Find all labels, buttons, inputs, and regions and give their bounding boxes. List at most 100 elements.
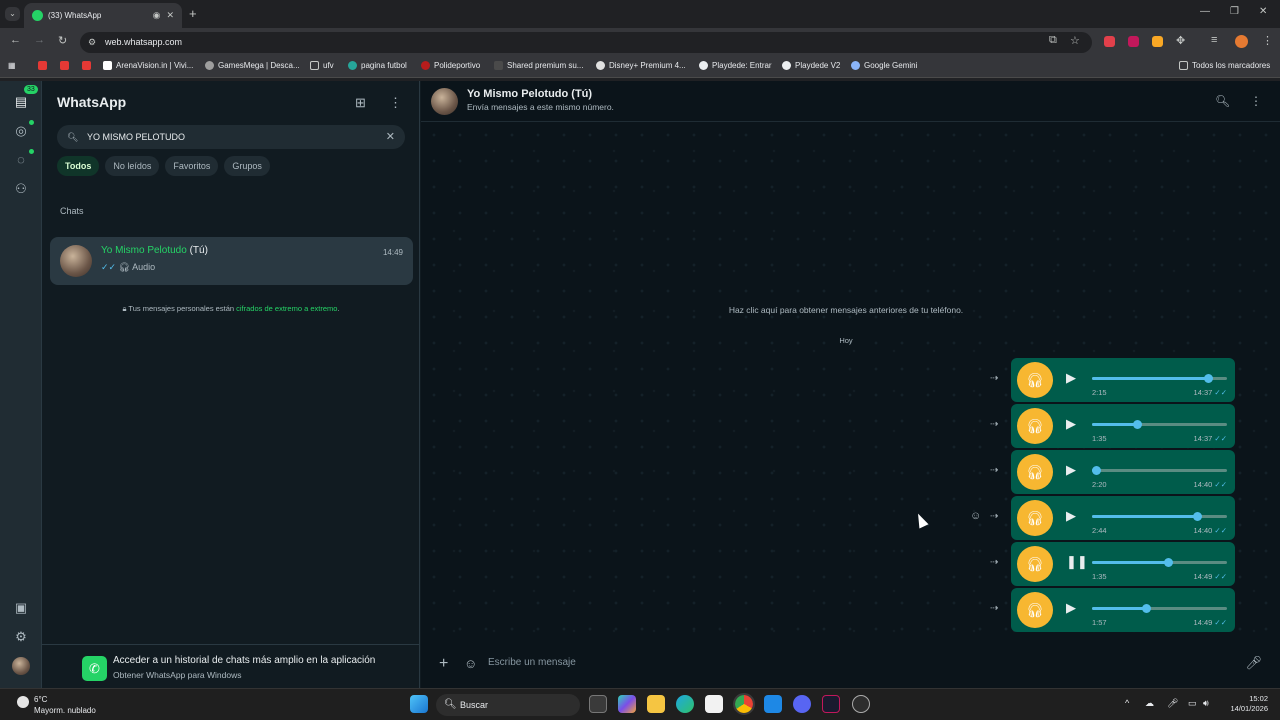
window-close-button[interactable]: ✕	[1259, 6, 1267, 17]
task-view-icon[interactable]	[589, 695, 607, 713]
app-icon[interactable]	[822, 695, 840, 713]
bookmark-star-icon[interactable]: ☆	[1070, 34, 1080, 47]
new-chat-icon[interactable]: ⊞	[355, 95, 366, 111]
reload-icon[interactable]: ↻	[58, 34, 67, 47]
edge-icon[interactable]	[676, 695, 694, 713]
extensions-puzzle-icon[interactable]: ✥	[1176, 34, 1185, 47]
filter-todos[interactable]: Todos	[57, 156, 100, 176]
audio-scrubber[interactable]	[1193, 512, 1202, 521]
voice-message-bubble[interactable]: 🎧︎ ▶ 2:15 14:37 ✓✓	[1011, 358, 1235, 402]
voice-message-bubble[interactable]: 🎧︎ ❚❚ 1:35 14:49 ✓✓	[1011, 542, 1235, 586]
voice-message-bubble[interactable]: 🎧︎ ▶ 1:35 14:37 ✓✓	[1011, 404, 1235, 448]
emoji-sticker-icon[interactable]: ☺	[464, 656, 477, 671]
voice-message-bubble[interactable]: 🎧︎ ▶ 2:44 14:40 ✓✓	[1011, 496, 1235, 540]
file-explorer-icon[interactable]	[647, 695, 665, 713]
forward-icon[interactable]: →	[34, 34, 45, 46]
filter-no-leidos[interactable]: No leídos	[105, 156, 160, 176]
extension-icon[interactable]	[1104, 36, 1115, 47]
message-input[interactable]: Escribe un mensaje	[488, 657, 576, 668]
bookmark-item[interactable]: Disney+ Premium 4...	[596, 61, 686, 70]
system-clock[interactable]: 15:02 14/01/2026	[1230, 694, 1268, 714]
search-icon[interactable]: 🔍︎	[1215, 94, 1230, 108]
forward-icon[interactable]: ⇢	[990, 373, 998, 384]
bookmark-item[interactable]: pagina futbol	[348, 61, 407, 70]
profile-avatar[interactable]	[1235, 35, 1248, 48]
chat-list-item[interactable]: Yo Mismo Pelotudo (Tú) 14:49 ✓✓ 🎧︎ Audio	[50, 237, 413, 285]
bookmark-item[interactable]: ArenaVision.in | Vivi...	[103, 61, 193, 70]
load-older-messages[interactable]: Haz clic aquí para obtener mensajes ante…	[421, 305, 1271, 315]
tab-search-button[interactable]: ⌄	[5, 7, 20, 21]
tray-overflow-icon[interactable]: ^	[1125, 698, 1129, 708]
download-promo[interactable]: ✆ Acceder a un historial de chats más am…	[42, 644, 420, 688]
forward-icon[interactable]: ⇢	[990, 511, 998, 522]
tray-app-icon[interactable]: ☁	[1145, 698, 1154, 709]
media-control-icon[interactable]: ≡	[1211, 34, 1217, 46]
new-tab-button[interactable]: +	[189, 6, 197, 21]
channels-icon[interactable]: ◌	[12, 151, 30, 169]
tray-display-icon[interactable]: ▭	[1188, 698, 1197, 709]
install-app-icon[interactable]: ⧉	[1049, 34, 1057, 47]
play-button[interactable]: ▶	[1066, 416, 1076, 432]
conversation-header[interactable]: Yo Mismo Pelotudo (Tú) Envía mensajes a …	[421, 81, 1280, 122]
menu-icon[interactable]: ⋮	[389, 95, 402, 111]
profile-avatar[interactable]	[12, 657, 30, 675]
extension-icon[interactable]	[1128, 36, 1139, 47]
forward-icon[interactable]: ⇢	[990, 465, 998, 476]
store-icon[interactable]	[705, 695, 723, 713]
audio-scrubber[interactable]	[1204, 374, 1213, 383]
bookmark-item[interactable]: Google Gemini	[851, 61, 917, 70]
search-input[interactable]: 🔍︎ YO MISMO PELOTUDO ✕	[57, 125, 405, 149]
media-icon[interactable]: ▣	[12, 599, 30, 617]
bookmark-youtube[interactable]	[60, 61, 73, 70]
audio-scrubber[interactable]	[1164, 558, 1173, 567]
encryption-link[interactable]: cifrados de extremo a extremo	[236, 304, 337, 313]
bookmark-folder[interactable]: ufv	[310, 61, 334, 70]
back-icon[interactable]: ←	[10, 34, 21, 46]
audio-progress-track[interactable]	[1092, 420, 1227, 429]
app-icon[interactable]	[852, 695, 870, 713]
voice-message-bubble[interactable]: 🎧︎ ▶ 1:57 14:49 ✓✓	[1011, 588, 1235, 632]
react-emoji-icon[interactable]: ☺	[970, 510, 981, 522]
audio-progress-track[interactable]	[1092, 466, 1227, 475]
audio-progress-track[interactable]	[1092, 558, 1227, 567]
all-bookmarks-folder[interactable]: Todos los marcadores	[1179, 61, 1270, 70]
voice-message-bubble[interactable]: 🎧︎ ▶ 2:20 14:40 ✓✓	[1011, 450, 1235, 494]
maximize-button[interactable]: ❐	[1230, 6, 1239, 17]
apps-grid-icon[interactable]: ▦	[8, 61, 16, 70]
play-button[interactable]: ▶	[1066, 508, 1076, 524]
audio-progress-track[interactable]	[1092, 374, 1227, 383]
bookmark-item[interactable]: Shared premium su...	[494, 61, 583, 70]
clear-search-icon[interactable]: ✕	[386, 125, 395, 149]
bookmark-item[interactable]: Polideportivo	[421, 61, 480, 70]
tray-mic-icon[interactable]: 🎤︎	[1167, 698, 1178, 709]
play-button[interactable]: ▶	[1066, 370, 1076, 386]
site-info-icon[interactable]: ⚙	[88, 32, 96, 53]
audio-scrubber[interactable]	[1142, 604, 1151, 613]
tab-close-icon[interactable]: ✕	[166, 10, 174, 21]
filter-grupos[interactable]: Grupos	[224, 156, 270, 176]
volume-icon[interactable]: 🔊︎	[1203, 698, 1209, 709]
play-button[interactable]: ▶	[1066, 600, 1076, 616]
taskbar-search[interactable]: 🔍︎ Buscar	[436, 694, 580, 716]
menu-icon[interactable]: ⋮	[1250, 94, 1262, 108]
forward-icon[interactable]: ⇢	[990, 557, 998, 568]
copilot-icon[interactable]	[618, 695, 636, 713]
discord-icon[interactable]	[793, 695, 811, 713]
microphone-icon[interactable]: 🎤︎	[1245, 655, 1262, 671]
start-windows-icon[interactable]	[410, 695, 428, 713]
address-bar[interactable]: ⚙ web.whatsapp.com	[80, 32, 1092, 53]
play-button[interactable]: ▶	[1066, 462, 1076, 478]
chrome-icon[interactable]	[733, 693, 755, 715]
filter-favoritos[interactable]: Favoritos	[165, 156, 219, 176]
audio-scrubber[interactable]	[1092, 466, 1101, 475]
audio-progress-track[interactable]	[1092, 512, 1227, 521]
status-icon[interactable]: ◎	[12, 122, 30, 140]
forward-icon[interactable]: ⇢	[990, 419, 998, 430]
audio-scrubber[interactable]	[1133, 420, 1142, 429]
forward-icon[interactable]: ⇢	[990, 603, 998, 614]
settings-gear-icon[interactable]: ⚙	[12, 628, 30, 646]
audio-progress-track[interactable]	[1092, 604, 1227, 613]
minimize-button[interactable]: —	[1200, 6, 1210, 17]
pause-button[interactable]: ❚❚	[1066, 554, 1088, 570]
browser-menu-icon[interactable]: ⋮	[1262, 34, 1273, 47]
